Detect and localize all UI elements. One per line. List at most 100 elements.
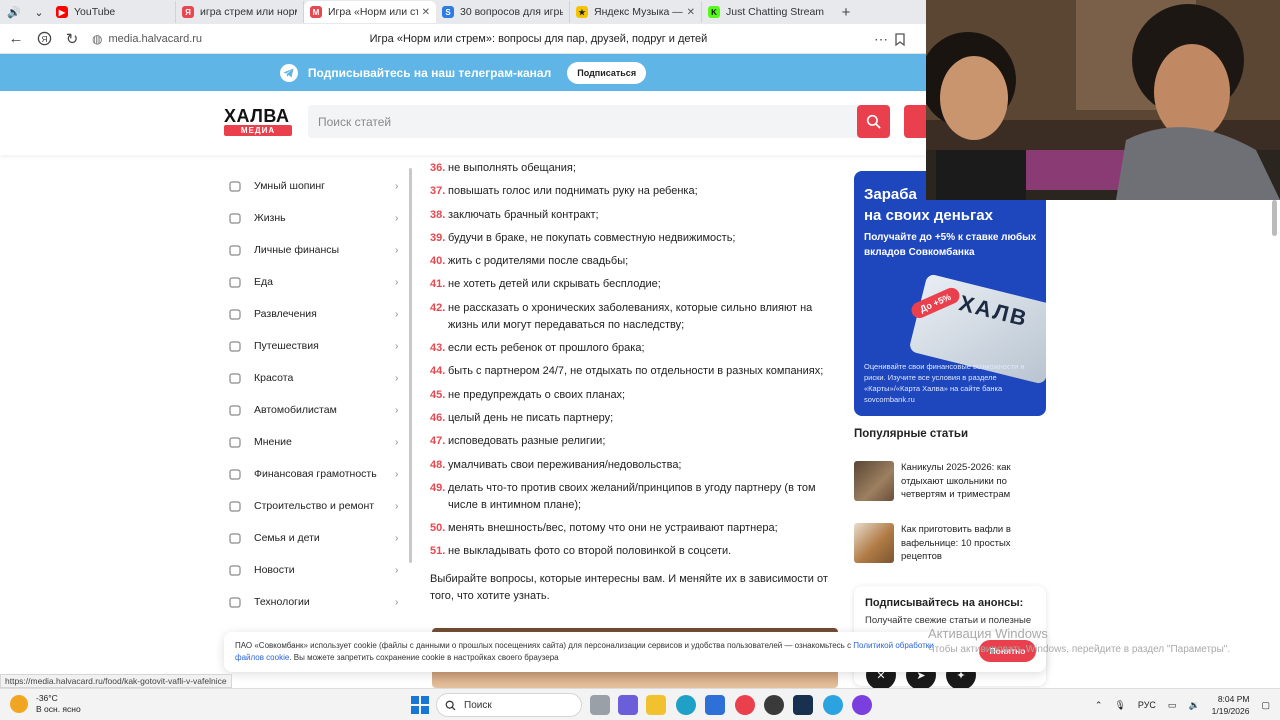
sidebar-item[interactable]: Красота › (224, 362, 414, 394)
sparkle-icon (224, 306, 246, 322)
taskbar-search[interactable]: Поиск (436, 693, 582, 717)
sidebar-item[interactable]: Развлечения › (224, 298, 414, 330)
more-icon[interactable]: ⋯ (874, 24, 888, 54)
fork-knife-icon (224, 274, 246, 290)
yandex-browser-icon[interactable] (735, 695, 755, 715)
question-number: 46. (430, 411, 446, 424)
question-item: 51. не выкладывать фото со второй половин… (430, 543, 830, 560)
stroller-icon (224, 530, 246, 546)
news-icon (224, 562, 246, 578)
site-info-icon[interactable]: ◍ (92, 32, 102, 46)
question-text: исповедовать разные религии; (448, 435, 606, 448)
network-icon[interactable]: ▭ (1168, 700, 1177, 711)
app-icon[interactable] (618, 695, 638, 715)
clock[interactable]: 8:04 PM 1/19/2026 (1212, 693, 1250, 717)
sidebar-item[interactable]: Личные финансы › (224, 234, 414, 266)
sidebar-item[interactable]: Жизнь › (224, 202, 414, 234)
steam-icon[interactable] (793, 695, 813, 715)
browser-tab[interactable]: ▶ YouTube (50, 1, 176, 23)
popular-item-text: Как приготовить вафли в вафельнице: 10 п… (901, 524, 1011, 562)
card-icon (224, 466, 246, 482)
browser-tab[interactable]: ★ Яндекс Музыка — со ✕ (570, 1, 702, 23)
plane-icon (224, 338, 246, 354)
popular-item-text: Каникулы 2025-2026: как отдыхают школьни… (901, 462, 1011, 500)
browser-tab[interactable]: Я игра стрем или норм вопро (176, 1, 304, 23)
kick-icon: K (708, 6, 720, 18)
sidebar-item[interactable]: Технологии › (224, 586, 414, 618)
close-tab-icon[interactable]: ✕ (687, 7, 695, 18)
popular-title: Популярные статьи (854, 428, 969, 440)
sidebar-scrollbar[interactable] (409, 168, 412, 563)
question-text: жить с родителями после свадьбы; (448, 255, 629, 268)
bookmark-icon[interactable] (894, 24, 906, 54)
volume-icon[interactable]: 🔉 (1188, 700, 1199, 711)
cookie-text-tail: . Вы можете запретить сохранение cookie … (289, 652, 559, 662)
tab-label: Игра «Норм или стрем» (328, 6, 418, 18)
sidebar-item[interactable]: Путешествия › (224, 330, 414, 362)
browser-tab[interactable]: S 30 вопросов для игры «С (436, 1, 570, 23)
new-tab-button[interactable]: + (836, 2, 856, 22)
page-scrollbar-thumb[interactable] (1272, 200, 1277, 236)
sidebar-item[interactable]: Еда › (224, 266, 414, 298)
sovcombank-ad[interactable]: Зараба на своих деньгах Получайте до +5%… (854, 171, 1046, 416)
language-indicator[interactable]: РУС (1138, 700, 1156, 710)
reload-icon[interactable]: ↻ (58, 25, 86, 53)
subscribe-telegram-button[interactable]: Подписаться (567, 61, 647, 84)
notification-icon[interactable]: ▢ (1261, 700, 1270, 711)
chevron-up-icon[interactable]: ⌃ (1095, 700, 1103, 711)
telegram-banner-text: Подписывайтесь на наш телеграм-канал (307, 65, 552, 80)
sidebar-item-label: Личные финансы (254, 244, 340, 256)
halva-media-logo[interactable]: ХАЛВА МЕДИА (224, 107, 292, 136)
question-number: 45. (430, 388, 446, 401)
back-icon[interactable]: ← (2, 25, 30, 53)
sidebar-item[interactable]: Строительство и ремонт › (224, 490, 414, 522)
cookie-files-link[interactable]: файлов cookie (235, 653, 289, 662)
sidebar-item[interactable]: Умный шопинг › (224, 170, 414, 202)
question-text: делать что-то против своих желаний/принц… (448, 481, 816, 511)
article-body: 36. не выполнять обещания; 37. повышать гол… (430, 160, 830, 605)
header-red-button[interactable] (904, 105, 926, 138)
sidebar-item[interactable]: Мнение › (224, 426, 414, 458)
sidebar-item-label: Строительство и ремонт (254, 500, 375, 512)
close-tab-icon[interactable]: ✕ (422, 7, 430, 18)
sidebar-item-label: Путешествия (254, 340, 319, 352)
taskbar-search-label: Поиск (464, 699, 492, 711)
task-view-icon[interactable] (590, 695, 610, 715)
weather-widget[interactable]: -36°C В осн. ясно (10, 693, 81, 715)
search-button[interactable] (857, 105, 890, 138)
edge-icon[interactable] (676, 695, 696, 715)
sidebar-item[interactable]: Семья и дети › (224, 522, 414, 554)
question-text: повышать голос или поднимать руку на реб… (448, 185, 698, 198)
popular-item[interactable]: Каникулы 2025-2026: как отдыхают школьни… (854, 461, 1046, 505)
app-icon[interactable] (764, 695, 784, 715)
cookie-policy-link[interactable]: Политикой обработки (853, 641, 933, 650)
page-title: Игра «Норм или стрем»: вопросы для пар, … (369, 32, 708, 45)
sidebar-item[interactable]: Автомобилистам › (224, 394, 414, 426)
sidebar-item[interactable]: Финансовая грамотность › (224, 458, 414, 490)
url-text[interactable]: media.halvacard.ru (108, 33, 338, 45)
question-text: умалчивать свои переживания/недовольства… (448, 458, 682, 471)
file-explorer-icon[interactable] (646, 695, 666, 715)
browser-tab-active[interactable]: М Игра «Норм или стрем» ✕ (304, 1, 436, 23)
telegram-app-icon[interactable] (823, 695, 843, 715)
search-input[interactable] (308, 105, 848, 138)
lipstick-icon (224, 370, 246, 386)
chevron-down-icon[interactable]: ⌄ (28, 2, 50, 22)
popular-item[interactable]: Как приготовить вафли в вафельнице: 10 п… (854, 523, 1046, 567)
windows-start-icon[interactable] (410, 695, 430, 715)
ad-title-line2: на своих деньгах (864, 207, 993, 224)
app-icon[interactable] (852, 695, 872, 715)
speaker-icon[interactable]: 🔊 (3, 2, 25, 22)
subscribe-title: Подписывайтесь на анонсы: (865, 597, 1024, 609)
cookie-banner: ПАО «Совкомбанк» использует cookie (файл… (224, 632, 1046, 672)
tab-label: игра стрем или норм вопро (200, 6, 297, 18)
tab-label: YouTube (74, 6, 116, 18)
cookie-text: ПАО «Совкомбанк» использует cookie (файл… (235, 640, 955, 663)
sidebar-item[interactable]: Новости › (224, 554, 414, 586)
yandex-account-icon[interactable]: Я (30, 25, 58, 53)
question-number: 38. (430, 208, 446, 221)
browser-tab[interactable]: K Just Chatting Streaming - k (702, 1, 830, 23)
search-icon (866, 114, 881, 129)
store-icon[interactable] (705, 695, 725, 715)
microphone-icon[interactable]: 🎙 (1114, 700, 1125, 711)
